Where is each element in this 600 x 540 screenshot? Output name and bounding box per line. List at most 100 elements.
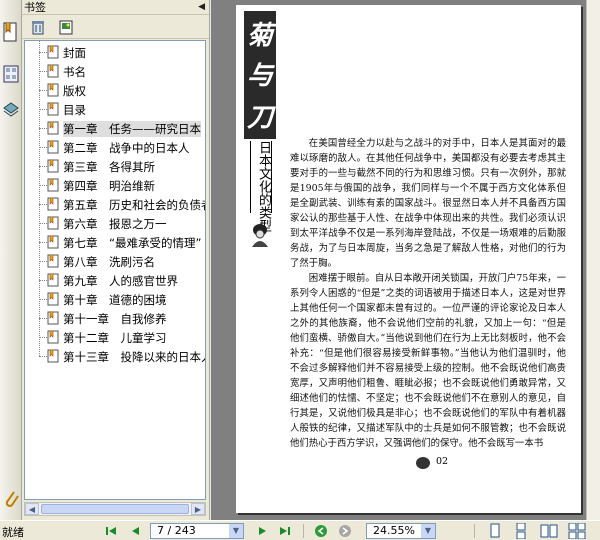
page-number-field[interactable]: 7 / 243 ▼ [150,523,244,539]
facing-view-icon[interactable] [540,523,558,539]
bookmark-item[interactable]: 目录 [25,100,205,119]
bookmark-label: 第八章 洗刷污名 [63,255,155,269]
bookmark-item[interactable]: 第六章 报恩之万一 [25,214,205,233]
bookmark-label: 第四章 明治维新 [63,179,155,193]
zoom-dropdown-icon[interactable]: ▼ [421,524,435,538]
bookmark-item[interactable]: 版权 [25,81,205,100]
banner-char-3: 刀 [246,103,273,133]
scrollbar-thumb[interactable] [41,504,189,514]
bookmark-icon [47,140,60,154]
bookmark-label: 第九章 人的感官世界 [63,274,178,288]
bookmark-item[interactable]: 第八章 洗刷污名 [25,252,205,271]
collapse-panel-icon[interactable]: ◀ [198,2,205,12]
new-bookmark-icon[interactable] [58,19,74,35]
first-page-icon[interactable] [104,524,118,538]
vertical-scrollbar[interactable] [586,0,600,520]
bookmark-label: 第一章 任务——研究日本 [63,121,201,137]
title-rule-left [250,141,251,213]
page-field-value: 7 / 243 [157,524,196,537]
horizontal-scrollbar[interactable]: ◀ ▶ [24,502,206,516]
bookmark-label: 第五章 历史和社会的负债者 [63,198,206,212]
last-page-icon[interactable] [278,524,292,538]
page-number: 02 [436,456,449,467]
bookmark-icon [47,349,60,363]
scroll-right-icon[interactable]: ▶ [191,503,205,515]
zoom-field[interactable]: 24.55% ▼ [366,523,436,539]
bookmark-icon [47,292,60,306]
separator [303,524,304,538]
go-forward-icon[interactable] [338,524,352,538]
title-rule-right [271,141,272,213]
page-body-text: 在美国曾经全力以赴与之战斗的对手中，日本人是其面对的最难以琢磨的敌人。在其他任何… [290,136,566,451]
bookmark-item[interactable]: 第十三章 投降以来的日本人 [25,347,205,366]
bookmark-label: 第二章 战争中的日本人 [63,141,190,155]
bookmark-label: 书名 [63,65,86,79]
bookmark-icon [47,102,60,116]
bookmark-item[interactable]: 第四章 明治维新 [25,176,205,195]
layers-icon[interactable] [2,100,20,120]
banner-char-1: 菊 [246,21,273,51]
bookmark-item[interactable]: 第一章 任务——研究日本 [25,119,205,138]
delete-bookmark-icon[interactable] [30,19,46,35]
bookmark-item[interactable]: 第七章 “最难承受的情理” [25,233,205,252]
bookmark-label: 版权 [63,84,86,98]
bookmark-item[interactable]: 第九章 人的感官世界 [25,271,205,290]
bookmark-label: 第七章 “最难承受的情理” [63,236,202,250]
bookmark-label: 目录 [63,103,86,117]
panel-title: 书签 [22,0,209,15]
navigation-strip [0,0,22,520]
bookmark-icon [47,159,60,173]
status-bar: 就绪 7 / 243 ▼ 24.55% ▼ [0,520,600,540]
attachments-paperclip-icon[interactable] [2,488,20,508]
continuous-view-icon[interactable] [512,522,530,540]
previous-page-icon[interactable] [128,524,142,538]
bookmark-label: 第六章 报恩之万一 [63,217,167,231]
bookmark-item[interactable]: 封面 [25,43,205,62]
bookmark-icon [47,45,60,59]
bookmark-icon [47,178,60,192]
paragraph: 在美国曾经全力以赴与之战斗的对手中，日本人是其面对的最难以琢磨的敌人。在其他任何… [290,138,566,269]
go-back-icon[interactable] [314,524,328,538]
bookmark-icon [47,64,60,78]
bookmark-label: 第十一章 自我修养 [63,312,167,326]
bookmark-item[interactable]: 第十一章 自我修养 [25,309,205,328]
bookmark-item[interactable]: 第三章 各得其所 [25,157,205,176]
banner-char-2: 与 [246,61,273,91]
status-text: 就绪 [2,526,24,539]
bookmark-icon [47,254,60,268]
book-title-banner: 菊 与 刀 [244,11,276,139]
bookmarks-panel-icon[interactable] [2,22,20,42]
reader-window: 书签 ◀ 封面书名版权目录第一章 任务——研究日本 第二章 战争中的日本人 第三章 … [0,0,600,540]
bookmark-item[interactable]: 第十章 道德的困境 [25,290,205,309]
bookmark-label: 第十章 道德的困境 [63,293,167,307]
bookmark-icon [47,273,60,287]
footer-ornament-icon [416,457,430,469]
bookmark-item[interactable]: 书名 [25,62,205,81]
page-thumbnails-icon[interactable] [2,64,20,84]
bookmark-icon [47,311,60,325]
bookmark-icon [47,197,60,211]
bookmark-label: 第十三章 投降以来的日本人 [63,350,206,364]
bookmarks-panel: 书签 ◀ 封面书名版权目录第一章 任务——研究日本 第二章 战争中的日本人 第三章 … [22,0,210,520]
bookmark-item[interactable]: 第十二章 儿童学习 [25,328,205,347]
bookmark-icon [47,83,60,97]
bookmark-item[interactable]: 第二章 战争中的日本人 [25,138,205,157]
bookmark-icon [47,121,60,135]
bookmark-icon [47,330,60,344]
next-page-icon[interactable] [256,524,270,538]
bookmark-label: 封面 [63,46,86,60]
bookmark-icon [47,235,60,249]
pdf-page: 菊 与 刀 日本文化的类型 在美国曾经全力以赴与之战斗的对手中，日本人是其面对的… [236,5,581,513]
bookmark-tree: 封面 书名 版权 目录 第一章 任务——研究日本 第二章 战争中的日本人 第三章 各得其所第… [24,40,206,500]
continuous-facing-view-icon[interactable] [568,522,586,540]
bookmark-icon [47,216,60,230]
bookmark-label: 第十二章 儿童学习 [63,331,167,345]
bookmark-label: 第三章 各得其所 [63,160,155,174]
document-view[interactable]: 菊 与 刀 日本文化的类型 在美国曾经全力以赴与之战斗的对手中，日本人是其面对的… [211,0,600,520]
chapter-subtitle: 日本文化的类型 [256,141,271,232]
single-page-view-icon[interactable] [486,523,504,539]
bookmark-item[interactable]: 第五章 历史和社会的负债者 [25,195,205,214]
scroll-left-icon[interactable]: ◀ [25,503,39,515]
page-dropdown-icon[interactable]: ▼ [229,524,243,538]
figure-illustration [246,221,274,249]
